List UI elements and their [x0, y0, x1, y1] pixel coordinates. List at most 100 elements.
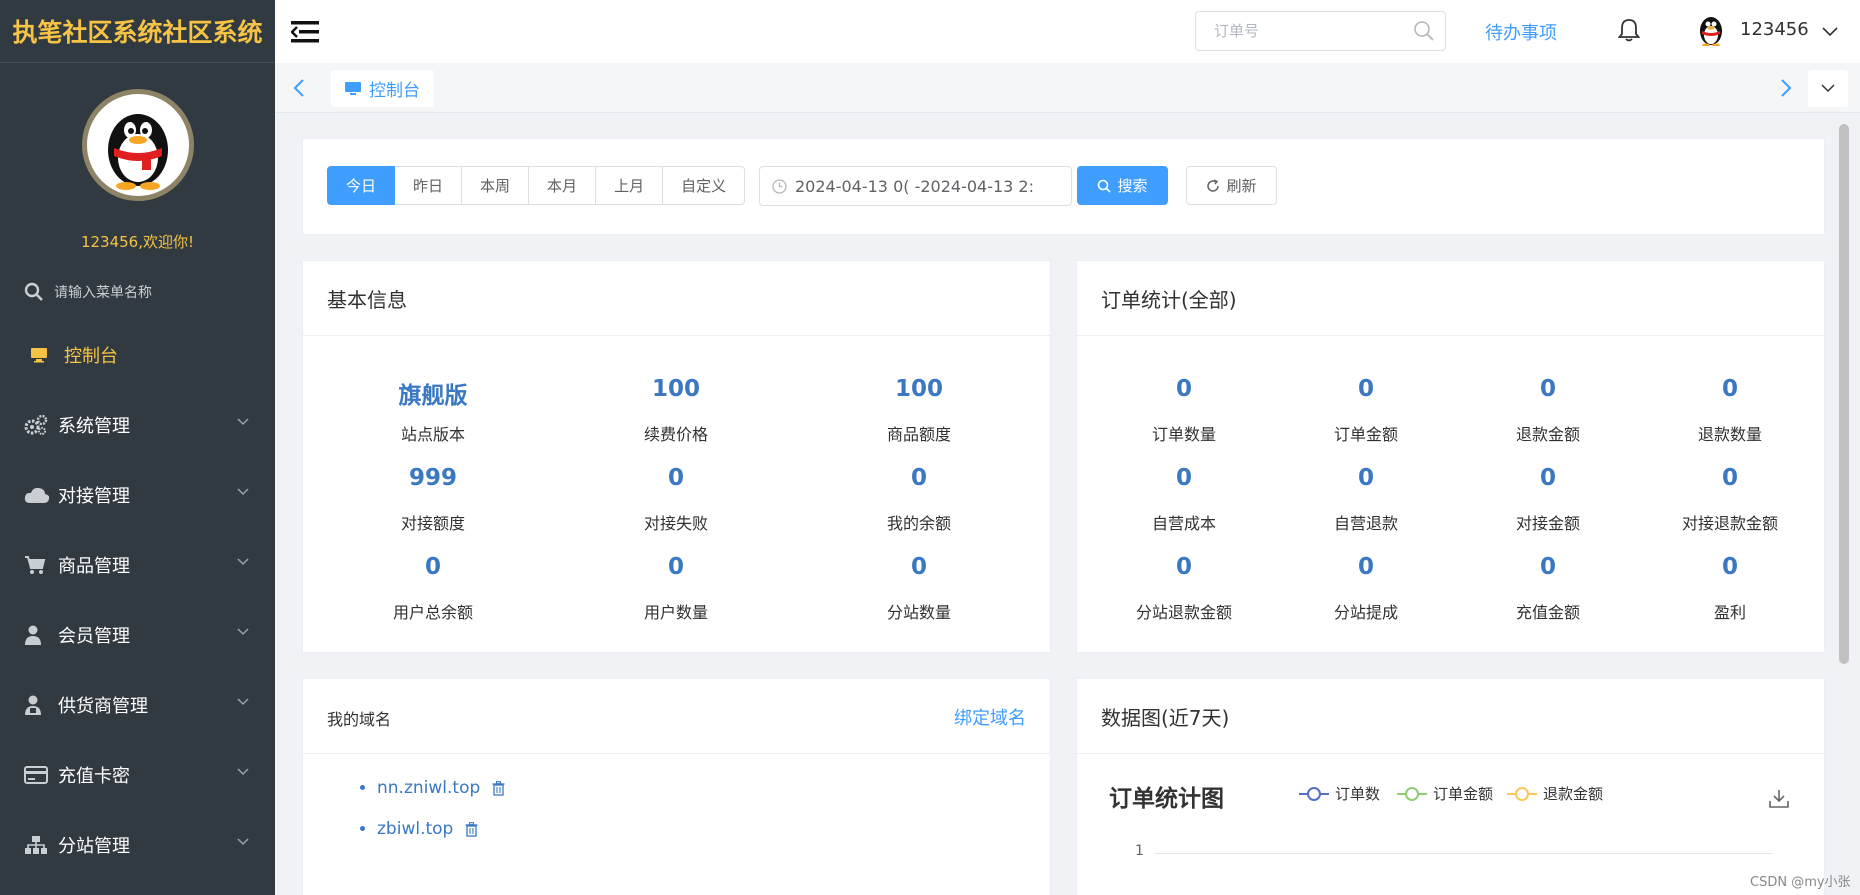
stat-label: 订单金额: [1333, 425, 1398, 444]
stat-label: 自营退款: [1333, 514, 1398, 533]
segment-this-week[interactable]: 本周: [462, 166, 530, 205]
stat-value: 0: [1357, 465, 1374, 491]
domain-link[interactable]: nn.zniwl.top: [377, 778, 480, 798]
filter-card: 今日 昨日 本周 本月 上月 自定义 2024-04-13 0( -2024-0…: [302, 138, 1825, 235]
stat-value: 100: [651, 376, 700, 402]
sidebar-item-substations[interactable]: 分站管理: [0, 810, 275, 880]
date-segment-group: 今日 昨日 本周 本月 上月 自定义: [327, 166, 746, 205]
tabs-dropdown-button[interactable]: [1808, 70, 1848, 107]
domain-link[interactable]: zbiwl.top: [377, 819, 453, 839]
legend-label: 退款金额: [1543, 785, 1604, 803]
bell-icon[interactable]: [1617, 18, 1641, 46]
chevron-right-icon[interactable]: [1780, 79, 1792, 101]
username[interactable]: 123456: [1740, 19, 1809, 40]
stat-item: 0 对接退款金额: [1640, 465, 1820, 534]
download-icon[interactable]: [1769, 789, 1789, 813]
order-search-box: [1195, 11, 1446, 51]
stat-value: 0: [1175, 554, 1192, 580]
cloud-icon: [24, 486, 54, 504]
legend-item[interactable]: 退款金额: [1507, 783, 1603, 804]
stat-label: 分站数量: [886, 603, 951, 622]
sidebar-item-members[interactable]: 会员管理: [0, 600, 275, 670]
stat-value: 0: [667, 554, 684, 580]
gears-icon: [24, 414, 54, 436]
stat-label: 自营成本: [1151, 514, 1216, 533]
legend-marker-icon: [1299, 786, 1329, 801]
todo-link[interactable]: 待办事项: [1485, 19, 1557, 45]
page-scrollbar[interactable]: [1839, 124, 1849, 664]
chevron-left-icon[interactable]: [293, 79, 305, 101]
stat-item: 0 分站数量: [829, 554, 1009, 623]
stat-label: 用户数量: [643, 603, 708, 622]
tab-dashboard[interactable]: 控制台: [331, 70, 434, 107]
sidebar-item-recharge-cards[interactable]: 充值卡密: [0, 740, 275, 810]
chevron-down-icon[interactable]: [1822, 22, 1838, 41]
chevron-down-icon: [237, 558, 249, 566]
app-logo[interactable]: 执笔社区系统社区系统: [0, 0, 275, 63]
sitemap-icon: [24, 835, 54, 855]
segment-this-month[interactable]: 本月: [529, 166, 597, 205]
segment-last-month[interactable]: 上月: [596, 166, 664, 205]
avatar[interactable]: [81, 89, 194, 201]
sidebar-item-integration[interactable]: 对接管理: [0, 460, 275, 530]
basic-info-card: 基本信息 旗舰版 站点版本 100 续费价格 100 商品额度 999 对接额度 0 对接…: [302, 260, 1051, 653]
order-number-input[interactable]: [1196, 12, 1413, 50]
domain-list: nn.zniwl.top zbiwl.top: [377, 778, 505, 860]
stat-value: 0: [667, 465, 684, 491]
sidebar-item-dashboard[interactable]: 控制台: [0, 320, 275, 390]
trash-icon[interactable]: [492, 780, 505, 796]
stat-value: 0: [424, 554, 441, 580]
search-icon[interactable]: [1413, 20, 1435, 42]
sidebar-item-label: 系统管理: [58, 416, 130, 437]
stat-label: 对接失败: [643, 514, 708, 533]
menu-search[interactable]: 请输入菜单名称: [0, 272, 275, 312]
sidebar-item-products[interactable]: 商品管理: [0, 530, 275, 600]
stat-value: 0: [1175, 465, 1192, 491]
segment-custom[interactable]: 自定义: [663, 166, 746, 205]
date-range-picker[interactable]: 2024-04-13 0( -2024-04-13 2:: [759, 166, 1072, 206]
stat-item: 0 自营成本: [1094, 465, 1274, 534]
chart-title: 订单统计图: [1109, 786, 1224, 812]
stat-item: 0 用户数量: [586, 554, 766, 623]
stat-label: 我的余额: [886, 514, 951, 533]
stat-item: 0 我的余额: [829, 465, 1009, 534]
stat-item: 0 分站退款金额: [1094, 554, 1274, 623]
legend-item[interactable]: 订单数: [1299, 783, 1380, 804]
refresh-button-label: 刷新: [1226, 177, 1257, 195]
stat-item: 100 续费价格: [586, 376, 766, 445]
stat-label: 分站退款金额: [1135, 603, 1232, 622]
legend-marker-icon: [1507, 786, 1537, 801]
y-tick-label: 1: [1135, 843, 1144, 859]
stat-item: 0 订单金额: [1276, 376, 1456, 445]
tab-label: 控制台: [369, 81, 420, 101]
segment-today[interactable]: 今日: [327, 166, 396, 205]
stat-label: 订单数量: [1151, 425, 1216, 444]
trash-icon[interactable]: [465, 821, 478, 837]
penguin-avatar-icon: [1700, 17, 1722, 47]
segment-yesterday[interactable]: 昨日: [395, 166, 463, 205]
refresh-button[interactable]: 刷新: [1186, 166, 1277, 205]
sidebar-item-label: 充值卡密: [58, 766, 130, 787]
sidebar-item-system[interactable]: 系统管理: [0, 390, 275, 460]
user-avatar[interactable]: [1695, 14, 1727, 47]
search-button[interactable]: 搜索: [1077, 166, 1168, 205]
stat-label: 用户总余额: [392, 603, 473, 622]
penguin-avatar-icon: [107, 114, 168, 190]
monitor-icon: [345, 81, 361, 95]
stat-item: 100 商品额度: [829, 376, 1009, 445]
cart-icon: [24, 555, 54, 575]
grid-line: [1155, 853, 1772, 854]
stat-label: 退款金额: [1515, 425, 1580, 444]
stat-label: 分站提成: [1333, 603, 1398, 622]
welcome-text: 123456,欢迎你!: [80, 233, 195, 251]
search-button-label: 搜索: [1117, 177, 1148, 195]
sidebar-item-suppliers[interactable]: 供货商管理: [0, 670, 275, 740]
stat-item: 0 对接金额: [1458, 465, 1638, 534]
legend-item[interactable]: 订单金额: [1397, 783, 1493, 804]
stat-value: 0: [1721, 554, 1738, 580]
menu-toggle-icon[interactable]: [290, 20, 319, 48]
stat-label: 盈利: [1713, 603, 1746, 622]
domains-title: 我的域名: [327, 710, 392, 729]
stat-value: 0: [1539, 465, 1556, 491]
bind-domain-link[interactable]: 绑定域名: [954, 704, 1026, 730]
